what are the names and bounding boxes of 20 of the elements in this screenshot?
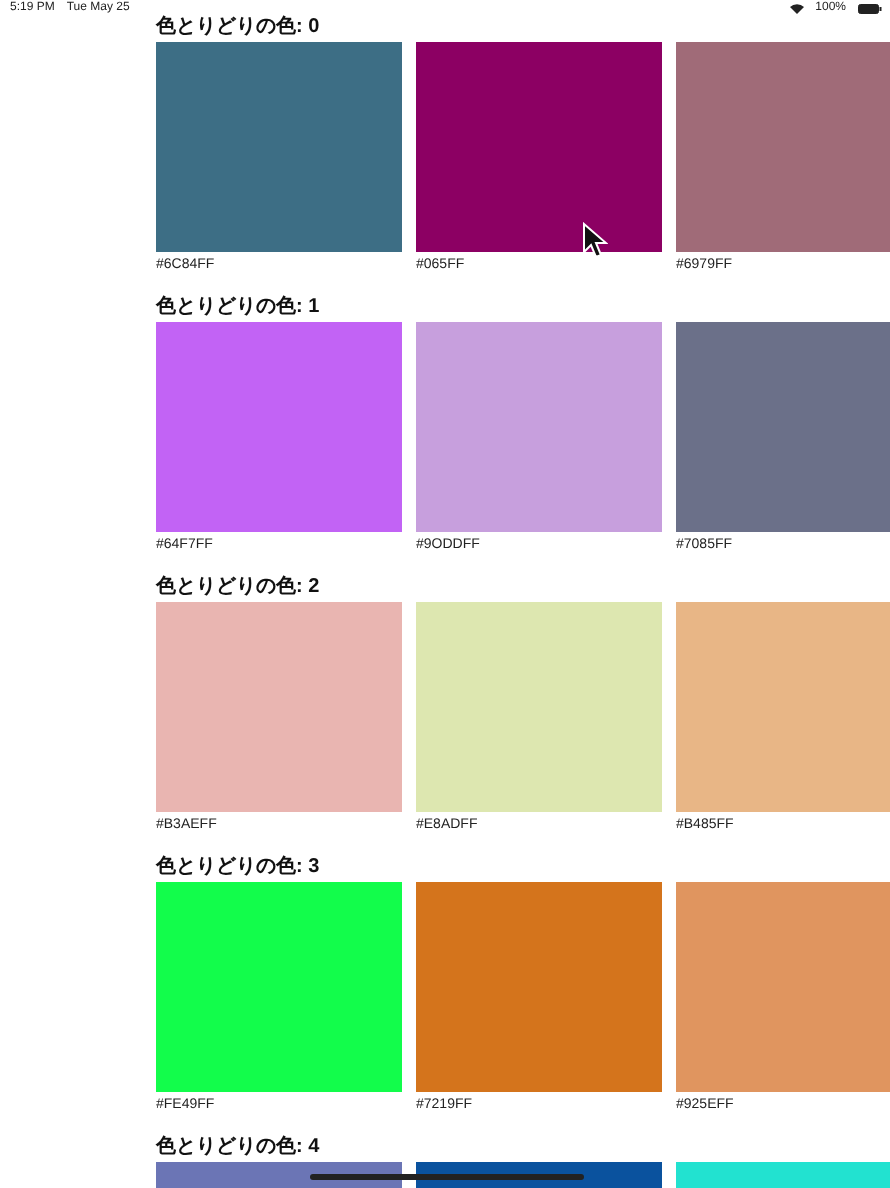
section-title: 色とりどりの色: 1 xyxy=(156,296,322,320)
color-swatch[interactable] xyxy=(416,322,662,532)
color-swatch[interactable] xyxy=(416,882,662,1092)
color-swatch[interactable] xyxy=(676,882,890,1092)
color-swatch[interactable] xyxy=(156,882,402,1092)
color-swatch[interactable] xyxy=(156,322,402,532)
battery-icon xyxy=(858,3,882,13)
section-title: 色とりどりの色: 3 xyxy=(156,856,322,880)
wifi-icon xyxy=(789,3,804,13)
color-swatch[interactable] xyxy=(156,602,402,812)
color-swatch[interactable] xyxy=(156,42,402,252)
color-swatch[interactable] xyxy=(676,602,890,812)
color-swatch[interactable] xyxy=(416,42,662,252)
color-swatch[interactable] xyxy=(416,602,662,812)
color-swatch[interactable] xyxy=(676,322,890,532)
color-swatch[interactable] xyxy=(676,42,890,252)
pointer-icon xyxy=(582,222,608,260)
section-title: 色とりどりの色: 2 xyxy=(156,576,322,600)
section-title: 色とりどりの色: 4 xyxy=(156,1136,322,1160)
section-title: 色とりどりの色: 0 xyxy=(156,16,322,40)
